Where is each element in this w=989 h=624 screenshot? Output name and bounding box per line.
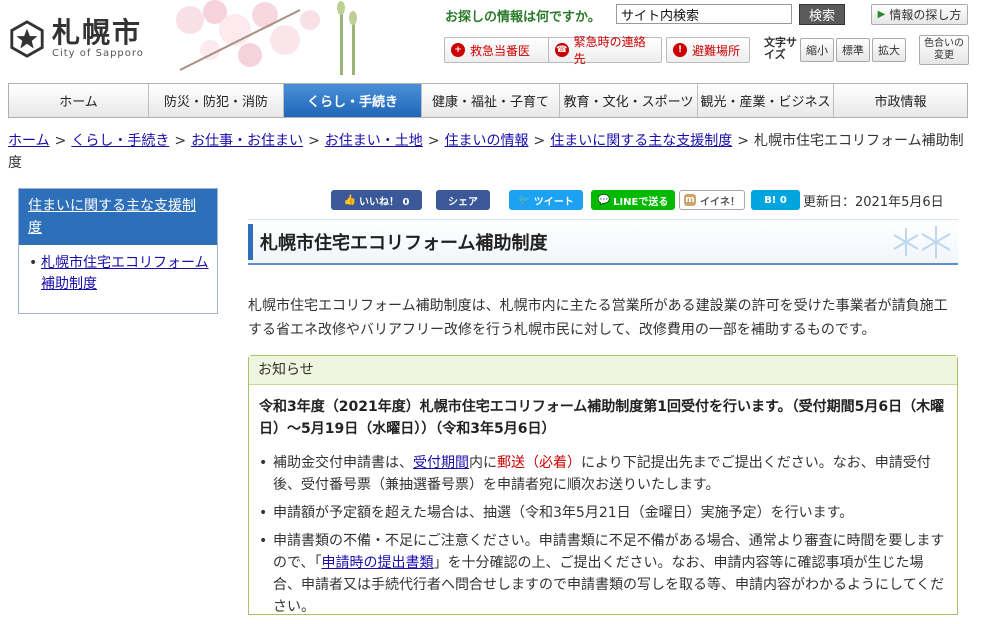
info-guide-label: 情報の探し方 [889,8,962,22]
notice-box: お知らせ 令和3年度（2021年度）札幌市住宅エコリフォーム補助制度第1回受付を… [248,355,958,615]
snowflake-icon [893,226,951,258]
breadcrumb-separator: > [737,133,749,149]
global-navigation: ホーム 防災・防犯・消防 くらし・手続き 健康・福祉・子育て 教育・文化・スポー… [8,83,968,118]
breadcrumb-separator: > [174,133,187,149]
site-search-input[interactable] [616,4,792,24]
emergency-doctor-label: 救急当番医 [470,43,531,58]
updated-date: 更新日：2021年5月6日 [803,195,944,210]
breadcrumb-link-support-programs[interactable]: 住まいに関する主な支援制度 [550,133,732,149]
emergency-contact-button[interactable]: ☎ 緊急時の連絡先 [548,35,662,66]
site-header: 札幌市 City of Sapporo お探しの情報は何ですか。 検索 ▶ 情報… [0,0,989,82]
sapporo-emblem-icon [10,19,44,58]
font-size-larger-button[interactable]: 拡大 [872,38,906,62]
facebook-share-button[interactable]: シェア [436,190,490,210]
mixi-like-button[interactable]: m イイネ！ [679,190,745,210]
breadcrumb-separator: > [533,133,546,149]
nav-city-info[interactable]: 市政情報 [834,84,967,117]
thumbs-up-icon: 👍 [343,194,356,206]
font-size-standard-button[interactable]: 標準 [836,38,870,62]
tweet-label: ツイート [533,196,574,208]
facebook-like-label: いいね！ 0 [359,196,410,208]
nav-home[interactable]: ホーム [9,84,149,117]
breadcrumb-separator: > [54,133,67,149]
nav-living-procedures[interactable]: くらし・手続き [284,84,422,117]
title-accent-bar [248,224,253,260]
arrow-right-icon: ▶ [877,9,886,20]
reception-period-link[interactable]: 受付期間 [413,455,469,471]
breadcrumb-link-home[interactable]: ホーム [8,133,50,149]
notice-item: 補助金交付申請書は、受付期間内に郵送（必着）により下記提出先までご提出ください。… [259,452,949,496]
nav-tourism-business[interactable]: 観光・産業・ビジネス [698,84,834,117]
breadcrumb-separator: > [308,133,320,149]
evacuation-icon: ! [673,43,687,57]
line-send-label: LINEで送る [613,196,669,208]
phone-icon: ☎ [555,43,569,57]
sidebar-heading-link[interactable]: 住まいに関する主な支援制度 [19,189,217,245]
breadcrumb-link-work-housing[interactable]: お仕事・お住まい [191,133,303,149]
mixi-icon: m [684,194,696,206]
sidebar: 住まいに関する主な支援制度 札幌市住宅エコリフォーム補助制度 [18,188,218,314]
breadcrumb-link-housing-land[interactable]: お住まい・土地 [325,133,423,149]
nav-education-culture[interactable]: 教育・文化・スポーツ [560,84,698,117]
breadcrumb: ホーム > くらし・手続き > お仕事・お住まい > お住まい・土地 > 住まいの情報 > 住まいに… [8,130,968,174]
emergency-doctor-button[interactable]: + 救急当番医 [444,37,564,63]
line-send-button[interactable]: 💬 LINEで送る [591,190,675,210]
line-icon: 💬 [597,194,611,206]
breadcrumb-link-housing-info[interactable]: 住まいの情報 [445,133,529,149]
search-button[interactable]: 検索 [799,4,845,25]
nav-health-welfare[interactable]: 健康・福祉・子育て [422,84,560,117]
mail-required-text: 郵送（必着） [497,455,581,471]
font-size-smaller-button[interactable]: 縮小 [800,38,834,62]
notice-item: 申請書類の不備・不足にご注意ください。申請書類に不足不備がある場合、通常より審査… [259,530,949,618]
notice-title: 令和3年度（2021年度）札幌市住宅エコリフォーム補助制度第1回受付を行います。… [259,399,945,437]
mixi-like-label: イイネ！ [700,196,740,208]
hospital-icon: + [451,43,465,57]
info-guide-button[interactable]: ▶ 情報の探し方 [871,4,968,25]
breadcrumb-separator: > [427,133,440,149]
color-change-button[interactable]: 色合いの変更 [919,35,969,65]
breadcrumb-link-living[interactable]: くらし・手続き [71,133,169,149]
notice-item: 申請額が予定額を超えた場合は、抽選（令和3年5月21日（金曜日）実施予定）を行い… [259,502,949,524]
intro-paragraph: 札幌市住宅エコリフォーム補助制度は、札幌市内に主たる営業所がある建設業の許可を受… [248,298,948,338]
sidebar-list: 札幌市住宅エコリフォーム補助制度 [19,253,217,295]
notice-list: 補助金交付申請書は、受付期間内に郵送（必着）により下記提出先までご提出ください。… [259,452,949,624]
twitter-bird-icon: 🐦 [518,194,531,206]
evacuation-site-button[interactable]: ! 避難場所 [666,37,750,63]
notice-heading: お知らせ [249,356,957,385]
tweet-button[interactable]: 🐦 ツイート [509,190,583,210]
hatena-bookmark-button[interactable]: B! 0 [751,190,800,210]
page-title: 札幌市住宅エコリフォーム補助制度 [260,233,548,254]
sidebar-item: 札幌市住宅エコリフォーム補助制度 [29,253,217,295]
nav-disaster-prevention[interactable]: 防災・防犯・消防 [149,84,284,117]
site-logo[interactable]: 札幌市 City of Sapporo [8,18,144,59]
logo-name: 札幌市 [52,16,143,49]
evacuation-site-label: 避難場所 [692,43,741,58]
sidebar-item-eco-reform[interactable]: 札幌市住宅エコリフォーム補助制度 [41,255,209,292]
required-documents-link[interactable]: 申請時の提出書類 [321,555,433,571]
facebook-like-button[interactable]: 👍 いいね！ 0 [331,190,422,210]
logo-subtitle: City of Sapporo [52,48,144,59]
emergency-contact-label: 緊急時の連絡先 [573,35,646,66]
search-prompt: お探しの情報は何ですか。 [445,10,601,25]
page-title-box: 札幌市住宅エコリフォーム補助制度 [248,219,958,265]
notice-item1-text-a: 補助金交付申請書は、 [273,455,413,471]
font-size-label: 文字サイズ [764,36,797,61]
cherry-blossom-image [176,0,357,75]
notice-item1-text-b: 内に [469,455,497,471]
